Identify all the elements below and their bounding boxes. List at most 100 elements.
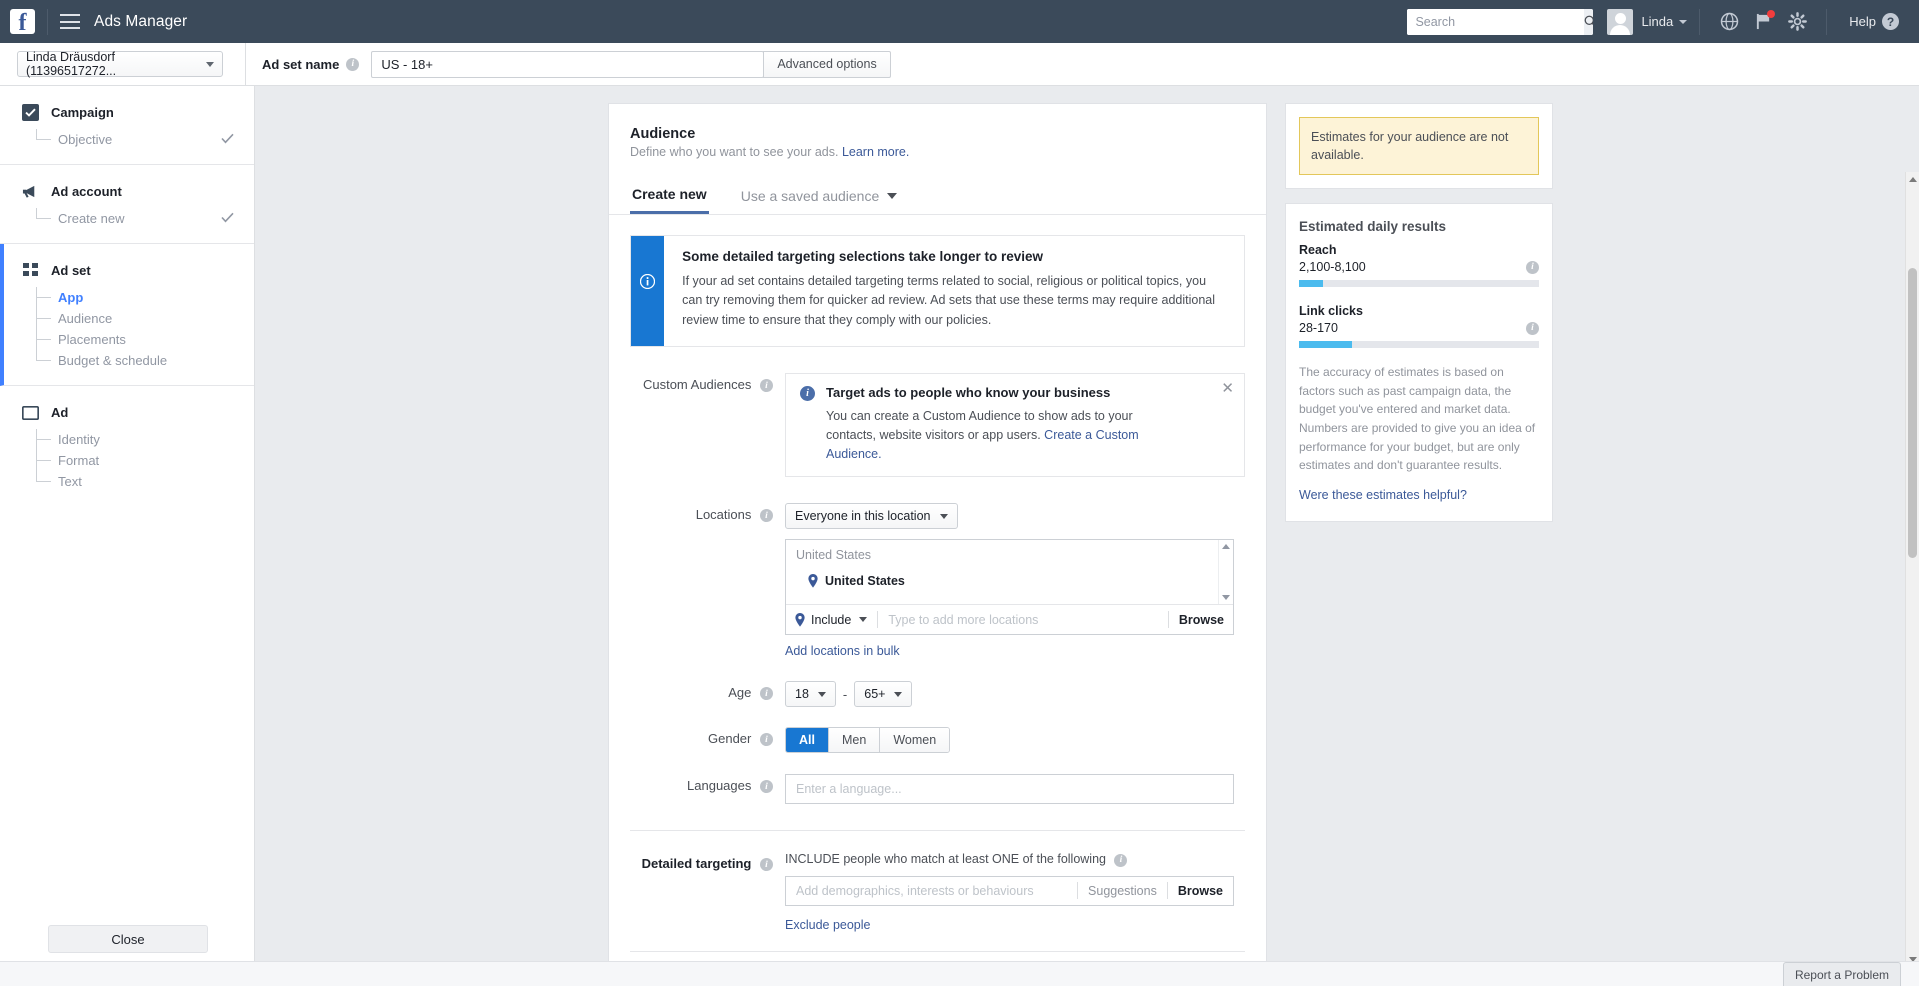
detailed-targeting-browse-button[interactable]: Browse: [1178, 884, 1223, 898]
exclude-people-link[interactable]: Exclude people: [785, 918, 870, 932]
suggestions-button[interactable]: Suggestions: [1088, 884, 1157, 898]
locations-scrollbar[interactable]: [1218, 540, 1233, 604]
metric-value-link-clicks-row: 28-170 i: [1299, 321, 1539, 335]
languages-body: [785, 774, 1245, 804]
gender-option-all[interactable]: All: [786, 728, 829, 752]
page-scrollbar[interactable]: [1905, 172, 1919, 966]
scroll-up-arrow-icon[interactable]: [1906, 172, 1919, 186]
location-search-input[interactable]: [888, 613, 1158, 627]
custom-audience-tip-box: i Target ads to people who know your bus…: [785, 373, 1245, 477]
sidebar-item-placements[interactable]: Placements: [36, 329, 254, 350]
audience-card: Audience Define who you want to see your…: [608, 103, 1267, 986]
advanced-options-button[interactable]: Advanced options: [763, 51, 890, 78]
close-icon[interactable]: ✕: [1221, 381, 1234, 396]
metric-value-link-clicks: 28-170: [1299, 321, 1338, 335]
row-detailed-targeting: Detailed targeting i INCLUDE people who …: [609, 852, 1266, 933]
gender-option-men[interactable]: Men: [829, 728, 880, 752]
location-mode-select[interactable]: Everyone in this location: [785, 503, 958, 529]
sidebar-item-campaign[interactable]: Campaign: [0, 104, 254, 121]
sidebar-item-label: Objective: [58, 132, 112, 147]
age-min-select[interactable]: 18: [785, 681, 836, 707]
gender-option-women[interactable]: Women: [880, 728, 949, 752]
sidebar-item-audience[interactable]: Audience: [36, 308, 254, 329]
search-input[interactable]: [1407, 9, 1584, 35]
close-button[interactable]: Close: [48, 925, 208, 953]
sidebar-item-objective[interactable]: Objective: [36, 129, 254, 150]
sidebar-item-app[interactable]: App: [36, 287, 254, 308]
flag-icon[interactable]: [1752, 11, 1774, 33]
estimates-helpful-link[interactable]: Were these estimates helpful?: [1299, 488, 1467, 502]
sidebar-item-ad-set[interactable]: Ad set: [4, 262, 254, 279]
include-exclude-select[interactable]: Include: [795, 613, 867, 627]
gear-icon[interactable]: [1786, 11, 1808, 33]
report-a-problem-button[interactable]: Report a Problem: [1783, 962, 1901, 986]
info-icon[interactable]: i: [760, 509, 773, 522]
location-mode-label: Everyone in this location: [795, 509, 931, 523]
sidebar-item-budget-schedule[interactable]: Budget & schedule: [36, 350, 254, 371]
divider: [1167, 882, 1168, 899]
sidebar-item-format[interactable]: Format: [36, 450, 254, 471]
ad-set-name-input[interactable]: [371, 51, 764, 78]
sidebar-item-text[interactable]: Text: [36, 471, 254, 492]
sidebar-item-label: Format: [58, 453, 99, 468]
chevron-down-icon: [818, 692, 826, 697]
age-max-select[interactable]: 65+: [854, 681, 912, 707]
age-label: Age: [728, 685, 751, 700]
chevron-up-icon[interactable]: [1222, 544, 1230, 549]
locations-browse-button[interactable]: Browse: [1179, 613, 1224, 627]
metric-label-link-clicks: Link clicks: [1299, 304, 1539, 318]
avatar: [1607, 9, 1633, 35]
location-item[interactable]: United States: [796, 574, 1223, 588]
detailed-targeting-input-box: Suggestions Browse: [785, 876, 1234, 906]
estimates-warning-message: Estimates for your audience are not avai…: [1299, 117, 1539, 175]
page-scrollbar-thumb[interactable]: [1908, 268, 1917, 558]
card-icon: [22, 404, 39, 421]
info-icon[interactable]: i: [1114, 854, 1127, 867]
sidebar-item-identity[interactable]: Identity: [36, 429, 254, 450]
detailed-targeting-input[interactable]: [796, 884, 1067, 898]
info-icon[interactable]: i: [1526, 261, 1539, 274]
facebook-logo-icon[interactable]: f: [10, 9, 35, 34]
sidebar-item-ad[interactable]: Ad: [0, 404, 254, 421]
detailed-targeting-label-wrap: Detailed targeting i: [630, 852, 785, 933]
map-pin-icon: [795, 613, 805, 627]
add-locations-in-bulk-link[interactable]: Add locations in bulk: [785, 644, 900, 658]
languages-input[interactable]: [785, 774, 1234, 804]
info-icon[interactable]: i: [346, 58, 359, 71]
age-body: 18 - 65+: [785, 681, 1245, 707]
sidebar-item-ad-account[interactable]: Ad account: [0, 183, 254, 200]
sidebar-group-ad-account: Ad account Create new: [0, 165, 254, 244]
search-box[interactable]: [1407, 9, 1593, 35]
page-title: Audience: [609, 126, 1266, 142]
info-icon[interactable]: i: [1526, 322, 1539, 335]
chevron-down-icon[interactable]: [1222, 595, 1230, 600]
ad-account-selector[interactable]: Linda Dräusdorf (11396517272...: [17, 51, 223, 77]
sidebar-subitems: Identity Format Text: [0, 429, 254, 492]
user-menu[interactable]: Linda: [1607, 9, 1687, 35]
info-icon[interactable]: i: [760, 858, 773, 871]
help-menu[interactable]: Help ?: [1845, 11, 1899, 33]
sidebar-group-label: Ad set: [51, 263, 91, 278]
notice-accent-bar: [631, 236, 664, 346]
tab-create-new[interactable]: Create new: [630, 186, 709, 214]
custom-audience-tip-text: You can create a Custom Audience to show…: [826, 407, 1151, 463]
locations-label-wrap: Locations i: [630, 503, 785, 660]
learn-more-link[interactable]: Learn more.: [842, 145, 909, 159]
detailed-targeting-include-heading-wrap: INCLUDE people who match at least ONE of…: [785, 852, 1245, 866]
globe-icon[interactable]: [1718, 11, 1740, 33]
search-icon[interactable]: [1584, 9, 1593, 35]
notice-body: Some detailed targeting selections take …: [664, 236, 1244, 346]
sidebar-group-ad: Ad Identity Format Text: [0, 386, 254, 506]
chevron-down-icon: [894, 692, 902, 697]
info-icon[interactable]: i: [760, 780, 773, 793]
sidebar-group-label: Ad: [51, 405, 68, 420]
info-icon[interactable]: i: [760, 733, 773, 746]
sidebar-item-create-new[interactable]: Create new: [36, 208, 254, 229]
gender-segmented-control: All Men Women: [785, 727, 950, 753]
hamburger-menu-icon[interactable]: [60, 14, 80, 29]
divider: [1077, 882, 1078, 899]
sidebar-group-ad-set: Ad set App Audience Placements: [0, 244, 254, 386]
tab-use-saved-audience[interactable]: Use a saved audience: [739, 186, 900, 214]
info-icon[interactable]: i: [760, 687, 773, 700]
info-icon[interactable]: i: [760, 379, 773, 392]
